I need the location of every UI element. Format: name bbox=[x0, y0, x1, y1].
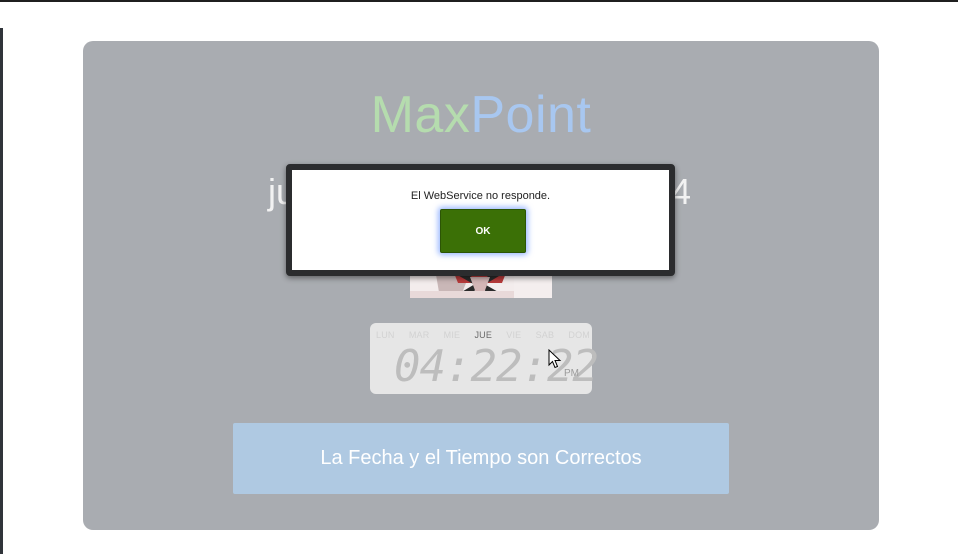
day-lun: LUN bbox=[376, 330, 395, 340]
dialog-message: El WebService no responde. bbox=[410, 190, 551, 202]
brand-logo-text: MaxPoint bbox=[83, 85, 879, 145]
alert-dialog: El WebService no responde. OK bbox=[286, 164, 675, 276]
clock-ampm: PM bbox=[564, 368, 579, 379]
window-top-border bbox=[0, 0, 958, 2]
window-left-edge bbox=[0, 28, 3, 554]
brand-point: Point bbox=[470, 86, 592, 144]
confirm-datetime-button[interactable]: La Fecha y el Tiempo son Correctos bbox=[233, 423, 729, 494]
main-panel: MaxPoint ju 4 LUN MAR MIE JUE VIE SAB DO… bbox=[83, 41, 879, 530]
clock-time: 04:22:22 bbox=[394, 341, 599, 392]
ok-button[interactable]: OK bbox=[440, 209, 526, 253]
mouse-pointer-icon bbox=[548, 349, 562, 369]
brand-max: Max bbox=[370, 86, 471, 144]
